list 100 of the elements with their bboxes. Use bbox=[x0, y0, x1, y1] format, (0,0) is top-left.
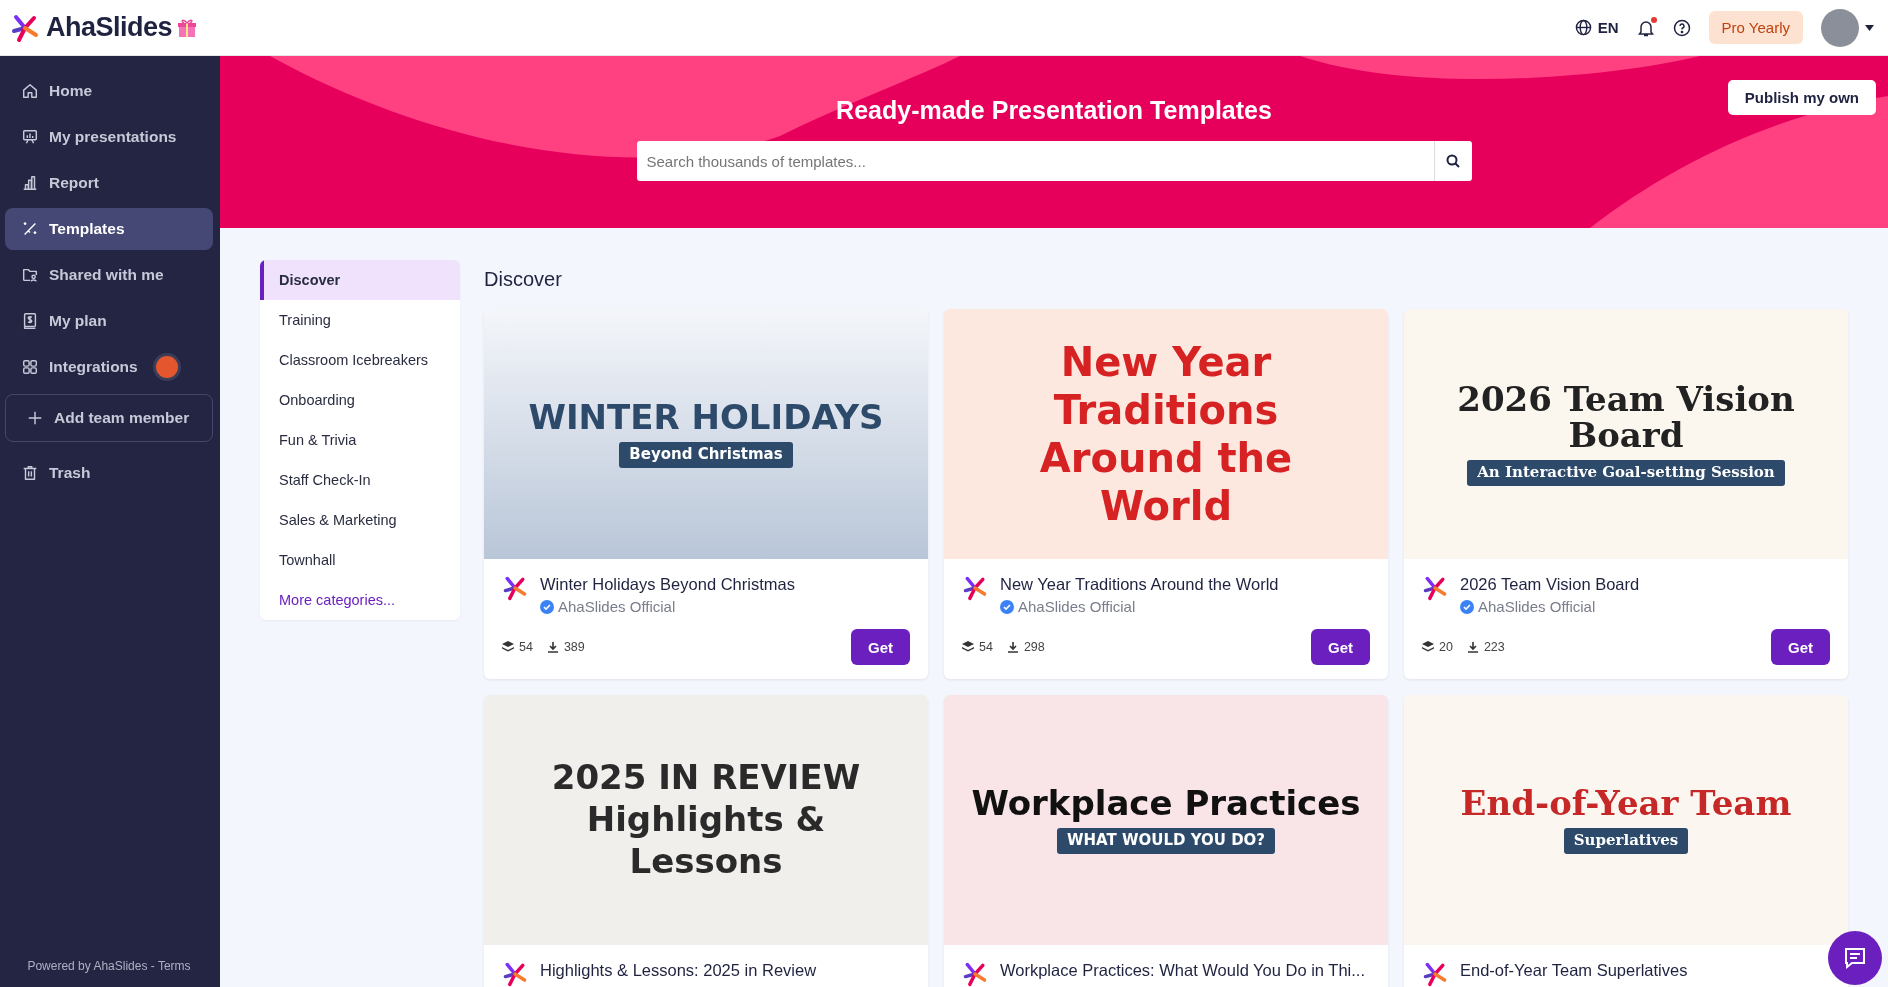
grid-icon bbox=[21, 358, 39, 376]
category-item[interactable]: Training bbox=[260, 300, 460, 340]
sidebar-item[interactable]: My presentations bbox=[5, 116, 213, 158]
preview-text: Lessons bbox=[629, 843, 783, 880]
preview-text: Around the bbox=[1039, 437, 1293, 479]
footer-text: Powered by AhaSlides - Terms bbox=[26, 959, 192, 973]
caret-icon[interactable] bbox=[1865, 24, 1874, 31]
get-button[interactable]: Get bbox=[1311, 629, 1370, 665]
preview-text: World bbox=[1099, 485, 1233, 527]
notification-bell-icon[interactable] bbox=[1636, 18, 1655, 37]
preview-text: Beyond Christmas bbox=[619, 441, 793, 468]
magic-wand-icon bbox=[21, 220, 39, 238]
download-icon bbox=[546, 641, 559, 653]
bar-chart-icon bbox=[21, 174, 39, 192]
template-preview[interactable]: 2026 Team Vision Board An Interactive Goal-setting Session bbox=[1404, 309, 1848, 559]
brand-logo-icon bbox=[502, 575, 528, 601]
category-item[interactable]: Onboarding bbox=[260, 380, 460, 420]
layers-icon bbox=[502, 641, 514, 653]
get-button[interactable]: Get bbox=[851, 629, 910, 665]
preview-text: New Year bbox=[1060, 341, 1272, 383]
get-button[interactable]: Get bbox=[1771, 629, 1830, 665]
sidebar-item[interactable]: Templates bbox=[5, 208, 213, 250]
chat-button[interactable] bbox=[1828, 931, 1882, 985]
author-name: AhaSlides Official bbox=[558, 598, 676, 615]
sidebar-item[interactable]: Home bbox=[5, 70, 213, 112]
plan-button[interactable]: Pro Yearly bbox=[1708, 11, 1803, 44]
category-item[interactable]: Townhall bbox=[260, 540, 460, 580]
download-count: 389 bbox=[563, 640, 585, 654]
layers-icon bbox=[962, 641, 974, 653]
trash-icon bbox=[21, 464, 39, 482]
search-field[interactable]: Search thousands of templates... bbox=[636, 141, 1434, 181]
home-icon bbox=[21, 82, 39, 100]
template-title[interactable]: New Year Traditions Around the World bbox=[1000, 575, 1279, 594]
template-preview[interactable]: New Year Traditions Around the World bbox=[944, 309, 1388, 559]
slide-count: 54 bbox=[979, 640, 993, 654]
preview-text: Superlatives bbox=[1563, 827, 1689, 854]
sidebar-item[interactable]: Shared with me bbox=[5, 254, 213, 296]
template-title[interactable]: Winter Holidays Beyond Christmas bbox=[540, 575, 795, 594]
author-name: AhaSlides Official bbox=[1478, 598, 1596, 615]
template-preview[interactable]: 2025 IN REVIEW Highlights & Lessons bbox=[484, 695, 928, 945]
preview-text: 2025 IN REVIEW bbox=[551, 760, 861, 797]
chat-icon bbox=[1843, 947, 1867, 969]
template-title[interactable]: Workplace Practices: What Would You Do in Thi... bbox=[1000, 961, 1365, 980]
template-title[interactable]: 2026 Team Vision Board bbox=[1460, 575, 1640, 594]
download-icon bbox=[1006, 641, 1019, 653]
verified-icon bbox=[1000, 599, 1014, 614]
category-item[interactable]: Discover bbox=[260, 260, 460, 300]
preview-text: WHAT WOULD YOU DO? bbox=[1056, 827, 1276, 854]
banner-title: Ready-made Presentation Templates bbox=[836, 96, 1272, 125]
slide-count: 54 bbox=[519, 640, 533, 654]
template-preview[interactable]: Workplace Practices WHAT WOULD YOU DO? bbox=[944, 695, 1388, 945]
template-title[interactable]: End-of-Year Team Superlatives bbox=[1460, 961, 1688, 980]
download-count: 298 bbox=[1023, 640, 1045, 654]
author-name: AhaSlides Official bbox=[1018, 598, 1136, 615]
category-item[interactable]: Sales & Marketing bbox=[260, 500, 460, 540]
sidebar-item[interactable]: Report bbox=[5, 162, 213, 204]
template-title[interactable]: Highlights & Lessons: 2025 in Review bbox=[540, 961, 817, 980]
preview-text: Traditions bbox=[1053, 389, 1279, 431]
presentation-icon bbox=[21, 128, 39, 146]
search-icon bbox=[1446, 154, 1460, 168]
sidebar-item[interactable]: My plan bbox=[5, 300, 213, 342]
preview-text: 2026 Team Vision Board bbox=[1456, 382, 1796, 454]
sidebar-item[interactable]: Trash bbox=[5, 452, 213, 494]
sidebar-item[interactable]: Add team member bbox=[5, 394, 213, 442]
category-item[interactable]: Staff Check-In bbox=[260, 460, 460, 500]
slide-count: 20 bbox=[1439, 640, 1453, 654]
brand-logo-icon bbox=[962, 961, 988, 987]
language-label[interactable]: EN bbox=[1597, 19, 1619, 36]
search-button[interactable] bbox=[1433, 141, 1472, 181]
brand-logo-icon bbox=[1422, 575, 1448, 601]
layers-icon bbox=[1422, 641, 1434, 653]
app-logo[interactable]: AhaSlides bbox=[46, 12, 173, 43]
preview-text: Highlights & bbox=[586, 802, 826, 838]
brand-logo-icon bbox=[502, 961, 528, 987]
preview-text: Workplace Practices bbox=[971, 786, 1361, 822]
brand-logo-icon bbox=[962, 575, 988, 601]
logo-icon bbox=[10, 12, 40, 43]
verified-icon bbox=[1460, 599, 1474, 614]
template-preview[interactable]: WINTER HOLIDAYS Beyond Christmas bbox=[484, 309, 928, 559]
avatar[interactable] bbox=[1821, 8, 1859, 47]
globe-icon[interactable] bbox=[1574, 19, 1592, 36]
section-title: Discover bbox=[484, 268, 563, 291]
plus-icon bbox=[26, 409, 44, 427]
preview-text: An Interactive Goal-setting Session bbox=[1467, 459, 1785, 486]
category-item[interactable]: Fun & Trivia bbox=[260, 420, 460, 460]
publish-button[interactable]: Publish my own bbox=[1727, 80, 1876, 115]
receipt-icon bbox=[21, 312, 39, 330]
download-icon bbox=[1466, 641, 1479, 653]
help-icon[interactable] bbox=[1672, 18, 1691, 37]
template-preview[interactable]: End-of-Year Team Superlatives bbox=[1404, 695, 1848, 945]
brand-logo-icon bbox=[1422, 961, 1448, 987]
sidebar-item[interactable]: Integrations bbox=[5, 346, 213, 388]
shared-folder-icon bbox=[21, 266, 39, 284]
preview-text: WINTER HOLIDAYS bbox=[528, 400, 884, 436]
verified-icon bbox=[540, 599, 554, 614]
more-categories-link[interactable]: More categories... bbox=[260, 580, 460, 620]
preview-text: End-of-Year Team bbox=[1460, 786, 1792, 822]
category-item[interactable]: Classroom Icebreakers bbox=[260, 340, 460, 380]
download-count: 223 bbox=[1483, 640, 1505, 654]
gift-icon[interactable] bbox=[178, 17, 197, 38]
